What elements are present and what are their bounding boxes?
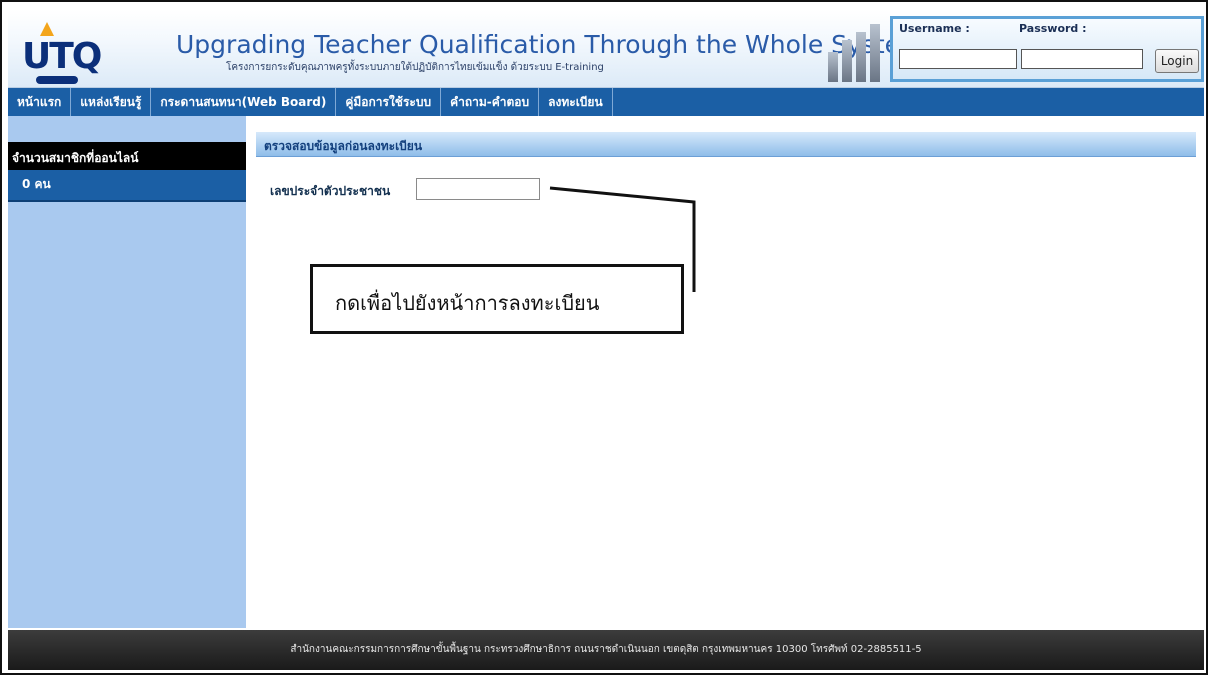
utq-logo[interactable]: UTQ: [16, 14, 136, 84]
username-input[interactable]: [899, 49, 1017, 69]
citizen-id-label: เลขประจำตัวประชาชน: [270, 184, 391, 198]
callout-box: กดเพื่อไปยังหน้าการลงทะเบียน: [310, 264, 684, 334]
main-nav: หน้าแรก แหล่งเรียนรู้ กระดานสนทนา(Web Bo…: [8, 88, 1204, 116]
nav-item-home[interactable]: หน้าแรก: [8, 88, 72, 116]
nav-item-user-manual[interactable]: คู่มือการใช้ระบบ: [336, 88, 442, 116]
logo-badge: [36, 76, 78, 84]
site-subtitle: โครงการยกระดับคุณภาพครูทั้งระบบภายใต้ปฏิ…: [226, 62, 604, 73]
nav-item-learning-resources[interactable]: แหล่งเรียนรู้: [71, 88, 152, 116]
site-footer: สำนักงานคณะกรรมการการศึกษาขั้นพื้นฐาน กร…: [8, 630, 1204, 670]
nav-item-webboard[interactable]: กระดานสนทนา(Web Board): [151, 88, 337, 116]
password-label: Password :: [1019, 22, 1087, 35]
nav-item-faq[interactable]: คำถาม-คำตอบ: [441, 88, 540, 116]
password-input[interactable]: [1021, 49, 1143, 69]
section-title: ตรวจสอบข้อมูลก่อนลงทะเบียน: [264, 139, 423, 153]
online-members-heading: จำนวนสมาชิกที่ออนไลน์: [8, 142, 246, 170]
footer-text: สำนักงานคณะกรรมการการศึกษาขั้นพื้นฐาน กร…: [290, 644, 922, 655]
logo-triangle-icon: [40, 22, 54, 36]
site-header: UTQ Upgrading Teacher Qualification Thro…: [8, 10, 1204, 88]
section-header-bar: ตรวจสอบข้อมูลก่อนลงทะเบียน: [256, 132, 1196, 157]
nav-item-register[interactable]: ลงทะเบียน: [539, 88, 613, 116]
citizen-id-input[interactable]: [416, 178, 540, 200]
page-frame: UTQ Upgrading Teacher Qualification Thro…: [0, 0, 1208, 675]
logo-text: UTQ: [22, 36, 102, 77]
people-silhouette-icon: [824, 22, 884, 82]
site-title: Upgrading Teacher Qualification Through …: [176, 30, 925, 59]
login-button[interactable]: Login: [1155, 49, 1199, 73]
callout-text: กดเพื่อไปยังหน้าการลงทะเบียน: [335, 291, 600, 315]
sidebar: จำนวนสมาชิกที่ออนไลน์ 0 คน: [8, 116, 246, 628]
username-label: Username :: [899, 22, 970, 35]
login-panel: Username : Password : Login: [890, 16, 1204, 82]
online-members-count: 0 คน: [8, 170, 246, 202]
